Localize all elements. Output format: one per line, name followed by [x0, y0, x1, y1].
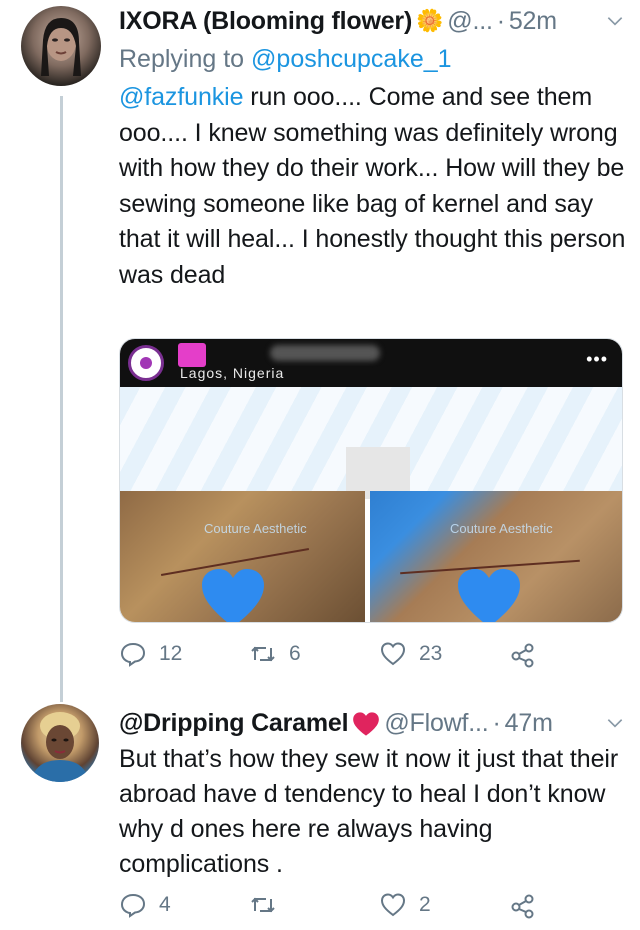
redaction-box: [178, 343, 206, 367]
chevron-down-icon[interactable]: [604, 10, 626, 32]
reply-icon: [120, 642, 146, 667]
more-options-icon[interactable]: •••: [586, 349, 608, 370]
blurred-username: [270, 345, 380, 361]
media-background: [120, 387, 622, 499]
replying-to-handle[interactable]: @poshcupcake_1: [251, 45, 452, 73]
share-icon: [511, 894, 534, 919]
watermark: Couture Aesthetic: [204, 521, 307, 536]
reply-button[interactable]: 12: [119, 640, 249, 668]
tweet-header: @Dripping Caramel @Flowf... · 47m: [119, 704, 626, 742]
replying-to-label: Replying to: [119, 45, 245, 73]
separator-dot: ·: [492, 708, 501, 737]
retweet-button[interactable]: 6: [249, 640, 379, 668]
tweet-text: @fazfunkie run ooo.... Come and see them…: [119, 80, 626, 293]
retweet-icon: [251, 897, 275, 913]
avatar-portrait: [41, 18, 81, 76]
tweet-dripping-caramel[interactable]: @Dripping Caramel @Flowf... · 47m But th…: [0, 700, 640, 930]
share-button[interactable]: [509, 640, 639, 668]
media-location: Lagos, Nigeria: [180, 365, 285, 381]
reply-count: 4: [159, 893, 171, 916]
blue-heart-icon: [202, 569, 264, 622]
replying-to-line: Replying to @poshcupcake_1: [119, 42, 626, 76]
separator-dot: ·: [496, 6, 505, 35]
photo-left[interactable]: Couture Aesthetic: [120, 491, 365, 622]
flower-emoji-icon: 🌼: [416, 8, 444, 33]
tweet-text: But that’s how they sew it now it just t…: [119, 745, 619, 878]
clinic-logo-icon: [128, 345, 164, 381]
watermark: Couture Aesthetic: [450, 521, 553, 536]
user-handle[interactable]: @...: [447, 7, 493, 36]
user-handle[interactable]: @Flowf...: [384, 709, 488, 738]
tweet-ixora[interactable]: IXORA (Blooming flower) 🌼 @... · 52m Rep…: [0, 0, 640, 700]
tweet-media[interactable]: Lagos, Nigeria ••• Couture Aesthetic Cou…: [119, 338, 623, 623]
heart-icon: [380, 893, 406, 917]
tweet-actions: 4 2: [119, 891, 639, 919]
avatar-portrait: [31, 712, 89, 782]
display-name[interactable]: @Dripping Caramel: [119, 709, 349, 738]
like-button[interactable]: 23: [379, 640, 509, 668]
red-heart-emoji-icon: [352, 709, 380, 736]
blue-heart-icon: [458, 569, 520, 622]
reply-button[interactable]: 4: [119, 891, 249, 919]
avatar[interactable]: [21, 704, 99, 782]
avatar[interactable]: [21, 6, 101, 86]
like-button[interactable]: 2: [379, 891, 509, 919]
heart-icon: [380, 642, 406, 666]
timestamp[interactable]: 52m: [509, 7, 557, 36]
reply-icon: [120, 893, 146, 918]
photo-right[interactable]: Couture Aesthetic: [370, 491, 622, 622]
chevron-down-icon[interactable]: [604, 712, 626, 734]
tweet-body: run ooo.... Come and see them ooo.... I …: [119, 83, 626, 289]
share-button[interactable]: [509, 891, 639, 919]
display-name[interactable]: IXORA (Blooming flower): [119, 7, 412, 36]
tweet-header: IXORA (Blooming flower) 🌼 @... · 52m: [119, 2, 626, 40]
reply-count: 12: [159, 642, 183, 665]
like-count: 2: [419, 893, 431, 916]
retweet-button[interactable]: [249, 891, 379, 919]
retweet-icon: [251, 646, 275, 662]
tweet-actions: 12 6 23: [119, 640, 639, 668]
retweet-count: 6: [289, 642, 301, 665]
mention-link[interactable]: @fazfunkie: [119, 83, 244, 111]
media-header: Lagos, Nigeria •••: [120, 339, 622, 387]
share-icon: [511, 643, 534, 668]
timestamp[interactable]: 47m: [505, 709, 553, 738]
like-count: 23: [419, 642, 443, 665]
